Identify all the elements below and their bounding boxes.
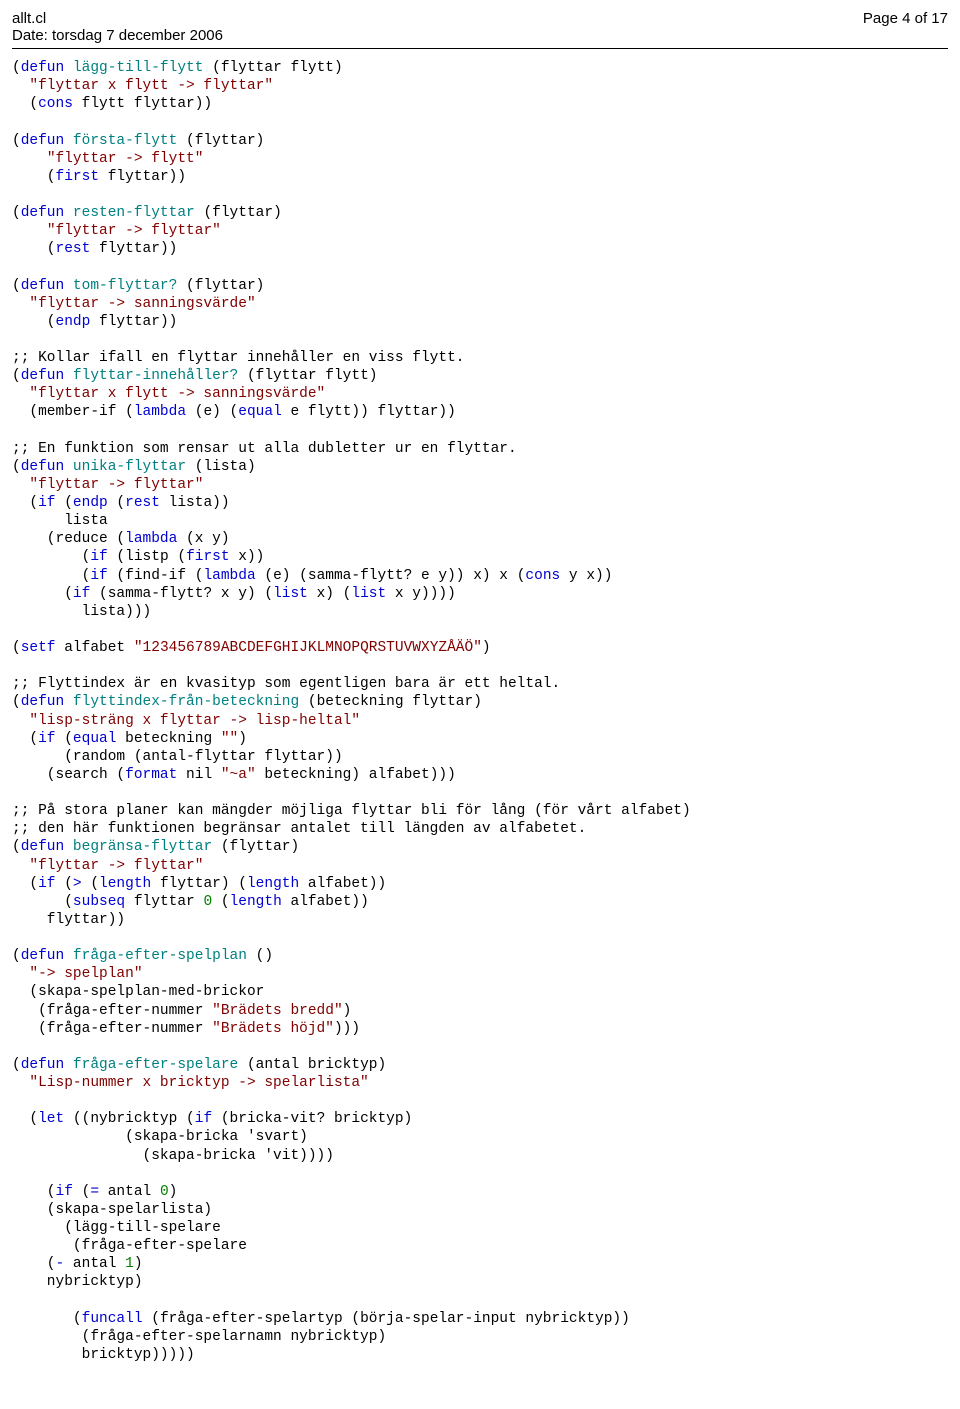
file-name: allt.cl — [12, 10, 223, 27]
code-listing: (defun lägg-till-flytt (flyttar flytt) "… — [12, 59, 948, 1364]
page-number: Page 4 of 17 — [863, 10, 948, 44]
print-date: Date: torsdag 7 december 2006 — [12, 27, 223, 44]
page-header: allt.cl Date: torsdag 7 december 2006 Pa… — [12, 10, 948, 49]
